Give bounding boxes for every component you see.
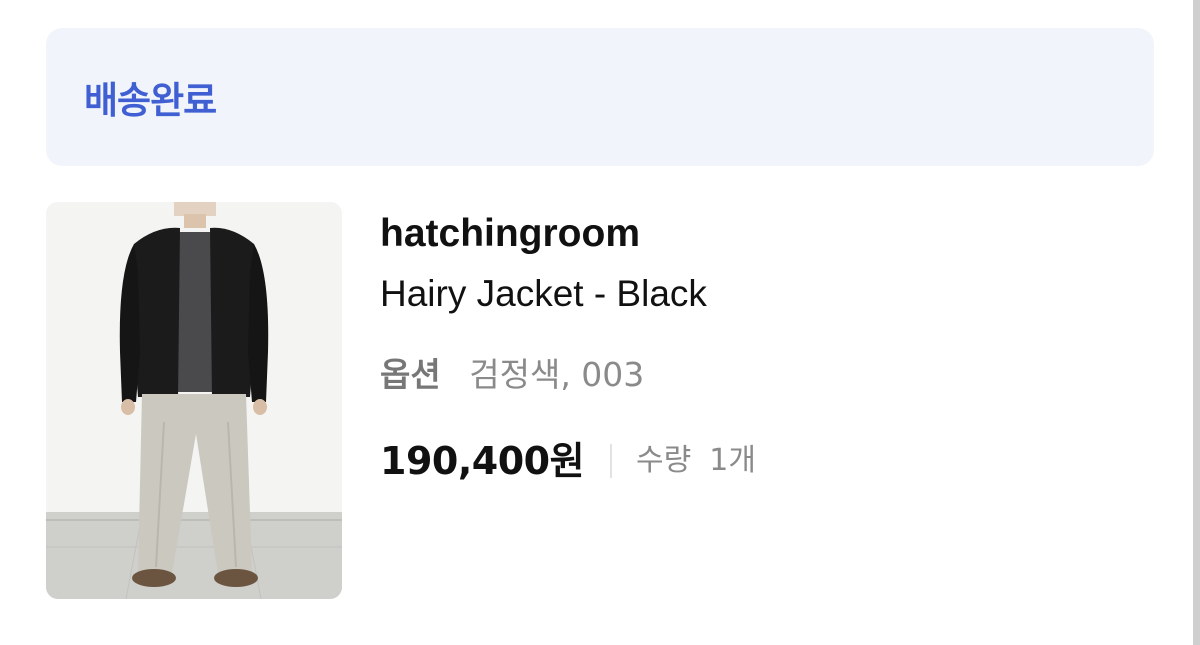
product-name[interactable]: Hairy Jacket - Black <box>380 271 1140 317</box>
quantity-value: 1개 <box>709 443 756 478</box>
brand-name[interactable]: hatchingroom <box>380 210 1140 258</box>
product-photo-icon <box>46 202 342 599</box>
price: 190,400원 <box>380 439 585 483</box>
option-value: 검정색, 003 <box>469 355 645 394</box>
scrollbar-edge <box>1193 0 1200 645</box>
divider <box>610 444 613 478</box>
product-info: hatchingroom Hairy Jacket - Black 옵션 검정색… <box>380 210 1140 485</box>
order-item-page: 배송완료 hatchingroom Hairy Jacket - Black 옵… <box>0 0 1200 645</box>
price-row: 190,400원 수량 1개 <box>380 437 1140 485</box>
option-row: 옵션 검정색, 003 <box>380 353 1140 397</box>
order-status-banner: 배송완료 <box>46 28 1154 166</box>
quantity-label: 수량 <box>636 443 692 478</box>
option-label: 옵션 <box>380 355 441 394</box>
product-image[interactable] <box>46 202 342 599</box>
order-status-label: 배송완료 <box>84 79 217 122</box>
